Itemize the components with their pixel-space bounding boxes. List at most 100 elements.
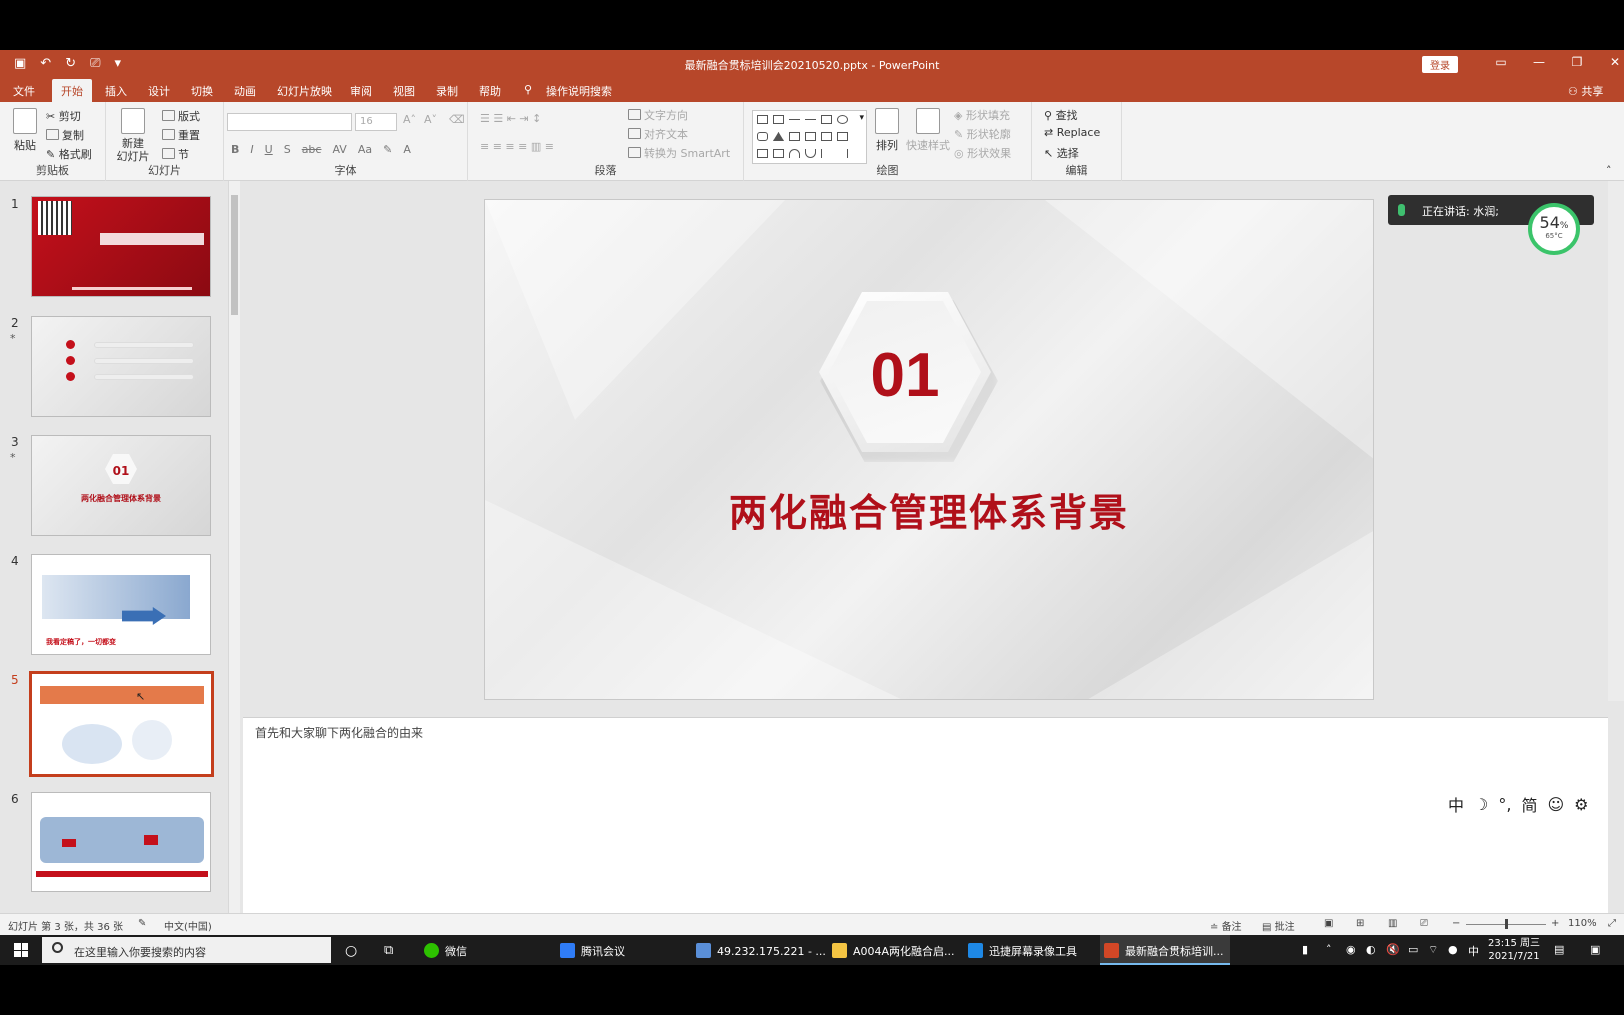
windows-start-icon[interactable] [14,943,28,957]
taskbar-item-tencent-meeting[interactable]: 腾讯会议 [556,935,684,965]
cut-button[interactable]: ✂ 剪切 [46,108,81,124]
power-icon[interactable]: ▭ [1408,935,1418,965]
zoom-in-icon[interactable]: + [1551,918,1559,929]
system-clock[interactable]: 23:15 周三 2021/7/21 [1488,937,1540,963]
taskbar-item-remote-desktop[interactable]: 49.232.175.221 - ... [692,935,826,965]
slide-section-number[interactable]: 01 [819,340,991,411]
reset-button[interactable]: 重置 [162,127,200,143]
arrange-button[interactable]: 排列 [874,108,900,153]
scrollbar-thumb[interactable] [231,195,238,315]
tray-app-icon[interactable]: ◉ [1346,935,1356,965]
elbow-connector-shape-icon[interactable] [805,132,816,141]
font-grow-icon[interactable]: A˄ [403,113,416,126]
shape-effects-button[interactable]: ◎ 形状效果 [954,145,1011,161]
taskbar-item-wechat[interactable]: 微信 [420,935,548,965]
ime-simplified[interactable]: 简 [1521,792,1537,816]
taskbar-item-screen-recorder[interactable]: 迅捷屏幕录像工具 [964,935,1092,965]
new-slide-button[interactable]: 新建 幻灯片 [116,108,150,163]
collapse-ribbon-icon[interactable]: ˄ [1606,164,1612,177]
tray-wechat-icon[interactable]: ● [1448,935,1458,965]
speaker-notes-text[interactable]: 首先和大家聊下两化融合的由来 [255,724,423,741]
vertical-textbox-shape-icon[interactable] [773,115,784,124]
tab-insert[interactable]: 插入 [105,83,127,99]
shape-fill-button[interactable]: ◈ 形状填充 [954,107,1010,123]
down-arrow-shape-icon[interactable] [837,132,848,141]
speaker-notes-pane[interactable]: 首先和大家聊下两化融合的由来 [243,717,1608,913]
char-spacing-icon[interactable]: AV [332,143,346,156]
font-name-combobox[interactable] [227,113,352,131]
slide-sorter-icon[interactable]: ⊞ [1356,918,1364,929]
bullets-icon[interactable]: ☰ ☰ ⇤ ⇥ ↕ [480,112,541,125]
bold-icon[interactable]: B [231,143,239,156]
rectangle-shape-icon[interactable] [821,115,832,124]
login-button[interactable]: 登录 [1422,56,1458,73]
slide-thumbnail-5[interactable]: ↖ [29,671,214,777]
wifi-icon[interactable]: ⌔ [1428,935,1438,965]
tab-view[interactable]: 视图 [393,83,415,99]
share-button[interactable]: ⚇ 共享 [1568,83,1603,99]
italic-icon[interactable]: I [250,143,253,156]
punctuation-icon[interactable]: °, [1498,795,1511,814]
smartart-button[interactable]: 转换为 SmartArt [628,145,730,161]
paste-button[interactable]: 粘贴 [12,108,38,153]
change-case-icon[interactable]: Aa [358,143,372,156]
reading-view-icon[interactable]: ▥ [1388,918,1397,929]
tab-transitions[interactable]: 切换 [191,83,213,99]
action-center-icon[interactable]: ▣ [1590,935,1600,965]
rounded-rectangle-shape-icon[interactable] [757,132,768,141]
restore-icon[interactable]: ❐ [1558,55,1596,69]
thumbnails-scrollbar[interactable] [228,181,240,913]
connector-shape-icon[interactable] [789,132,800,141]
volume-muted-icon[interactable]: 🔇 [1386,935,1400,965]
tell-me-search[interactable]: 操作说明搜索 [546,83,612,99]
scribble-shape-icon[interactable] [773,149,784,158]
ime-mode-chinese[interactable]: 中 [1448,792,1464,816]
highlight-icon[interactable]: ✎ [383,143,392,156]
slide-thumbnail-4[interactable]: 我看定稿了，一切都变 [31,554,211,655]
tab-slideshow[interactable]: 幻灯片放映 [277,83,332,99]
format-painter-button[interactable]: ✎ 格式刷 [46,146,92,162]
copy-button[interactable]: 复制 [46,127,84,143]
freeform-shape-icon[interactable] [757,149,768,158]
moon-icon[interactable]: ☽ [1474,795,1488,814]
taskbar-item-folder[interactable]: A004A两化融合启... [828,935,956,965]
slide-thumbnail-1[interactable] [31,196,211,297]
tab-record[interactable]: 录制 [436,83,458,99]
font-color-icon[interactable]: A [403,143,411,156]
layout-button[interactable]: 版式 [162,108,200,124]
textbox-shape-icon[interactable] [757,115,768,124]
align-icons[interactable]: ≡ ≡ ≡ ≡ ▥ ≡ [480,140,554,153]
notes-toggle[interactable]: ≐ 备注 [1210,918,1242,933]
underline-icon[interactable]: U [265,143,273,156]
oval-shape-icon[interactable] [837,115,848,124]
battery-icon[interactable]: ▮ [1302,935,1308,965]
slide-canvas[interactable]: 01 两化融合管理体系背景 [484,199,1374,700]
right-arrow-shape-icon[interactable] [821,132,832,141]
shapes-gallery[interactable]: ▾ [752,110,867,164]
taskbar-item-powerpoint[interactable]: 最新融合贯标培训... [1100,935,1230,965]
zoom-slider-thumb[interactable] [1505,919,1508,929]
tray-security-icon[interactable]: ◐ [1366,935,1376,965]
show-hidden-icons[interactable]: ˄ [1326,935,1332,965]
slide-thumbnail-6[interactable] [31,792,211,892]
cpu-usage-gauge[interactable]: 54% 65°C [1528,203,1580,255]
triangle-shape-icon[interactable] [773,132,784,141]
taskbar-search[interactable]: 在这里输入你要搜索的内容 [42,937,331,963]
left-brace-shape-icon[interactable] [821,149,832,158]
zoom-out-icon[interactable]: − [1452,918,1460,929]
ribbon-display-icon[interactable]: ▭ [1482,55,1520,69]
tab-animations[interactable]: 动画 [234,83,256,99]
input-language[interactable]: 中 [1468,935,1479,965]
close-icon[interactable]: ✕ [1596,55,1624,69]
slide-title[interactable]: 两化融合管理体系背景 [485,482,1373,537]
arrow-line-shape-icon[interactable] [805,119,816,120]
language-status[interactable]: 中文(中国) [164,918,212,933]
tab-file[interactable]: 文件 [13,83,35,99]
section-button[interactable]: 节 [162,146,189,162]
select-button[interactable]: ↖ 选择 [1044,145,1079,161]
minimize-icon[interactable]: — [1520,55,1558,69]
tab-review[interactable]: 审阅 [350,83,372,99]
arc-shape-icon[interactable] [789,149,800,158]
text-direction-button[interactable]: 文字方向 [628,107,688,123]
fit-slide-icon[interactable]: ⤢ [1608,918,1616,929]
